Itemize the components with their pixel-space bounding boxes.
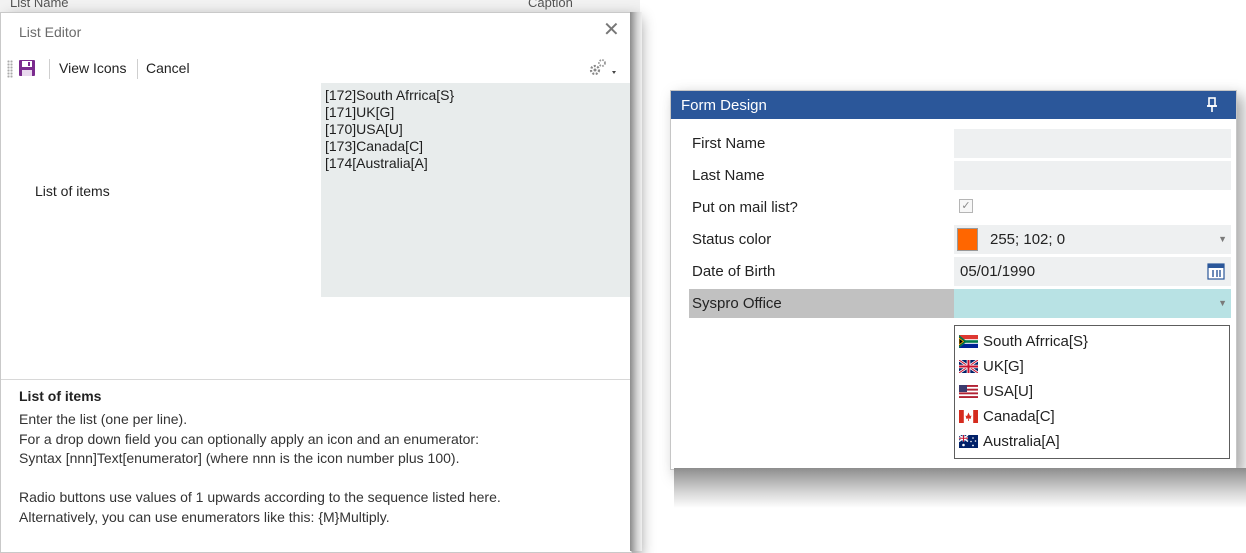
list-line: [171]UK[G] <box>325 104 395 120</box>
toolbar-separator <box>137 59 138 79</box>
color-swatch <box>957 228 978 251</box>
form-design-titlebar: Form Design <box>671 91 1236 119</box>
field-label: First Name <box>692 135 766 152</box>
list-line: [174[Australia[A] <box>325 155 428 171</box>
toolbar-separator <box>49 59 50 79</box>
list-items-textarea[interactable]: [172]South Afrrica[S} [171]UK[G] [170]US… <box>321 83 631 297</box>
mail-list-field: ✓ <box>954 193 1231 222</box>
form-design-window: Form Design First Name Last Name Put on … <box>670 90 1237 470</box>
option-label: USA[U] <box>983 383 1034 400</box>
window-title: List Editor <box>19 24 82 40</box>
field-label: Status color <box>692 231 772 248</box>
toolbar-grip[interactable] <box>7 60 13 78</box>
window-shadow <box>674 468 1246 508</box>
option-label: Australia[A] <box>983 433 1060 450</box>
help-text-line: Syntax [nnn]Text[enumerator] (where nnn … <box>19 450 460 466</box>
dropdown-option[interactable]: Australia[A] <box>955 429 1229 454</box>
form-row-first-name: First Name <box>671 127 1236 159</box>
canada-flag-icon <box>959 410 978 423</box>
background-column-header: List Name <box>10 0 69 10</box>
dropdown-option[interactable]: South Afrrica[S} <box>955 329 1229 354</box>
option-label: South Afrrica[S} <box>983 333 1089 350</box>
dropdown-option[interactable]: Canada[C] <box>955 404 1229 429</box>
form-row-status-color: Status color 255; 102; 0 ▼ <box>671 223 1236 255</box>
syspro-office-options: South Afrrica[S} UK[G] USA[U] Canada[C] … <box>954 325 1230 459</box>
field-label: Last Name <box>692 167 765 184</box>
gear-icon[interactable] <box>585 56 619 80</box>
help-text-line: Enter the list (one per line). <box>19 411 188 427</box>
form-design-title: Form Design <box>681 97 767 114</box>
option-label: UK[G] <box>983 358 1024 375</box>
view-icons-button[interactable]: View Icons <box>59 60 126 76</box>
field-label: Put on mail list? <box>692 199 798 216</box>
window-shadow <box>630 12 642 551</box>
field-value: 255; 102; 0 <box>990 231 1066 248</box>
australia-flag-icon <box>958 434 978 448</box>
south-africa-flag-icon <box>958 335 978 348</box>
form-row-date-of-birth: Date of Birth 05/01/1990 <box>671 255 1236 287</box>
list-line: [172]South Afrrica[S} <box>325 87 455 103</box>
list-editor-window: List Editor ✕ View Icons Cancel List of <box>0 12 632 553</box>
dropdown-option[interactable]: UK[G] <box>955 354 1229 379</box>
mail-list-checkbox[interactable]: ✓ <box>959 199 973 213</box>
pin-icon[interactable] <box>1204 95 1220 115</box>
usa-flag-icon <box>959 385 978 398</box>
form-row-last-name: Last Name <box>671 159 1236 191</box>
date-of-birth-input[interactable]: 05/01/1990 <box>954 257 1231 286</box>
syspro-office-dropdown[interactable]: ▼ <box>954 289 1231 318</box>
form-row-mail-list: Put on mail list? ✓ <box>671 191 1236 223</box>
first-name-input[interactable] <box>954 129 1231 158</box>
form-row-syspro-office: Syspro Office ▼ <box>671 287 1236 319</box>
help-text-line: Radio buttons use values of 1 upwards ac… <box>19 489 501 505</box>
chevron-down-icon[interactable]: ▼ <box>1218 234 1227 244</box>
list-editor-titlebar: List Editor ✕ <box>1 13 631 51</box>
save-icon[interactable] <box>17 58 37 78</box>
help-text-line: For a drop down field you can optionally… <box>19 430 479 447</box>
close-icon[interactable]: ✕ <box>603 20 620 40</box>
help-panel: List of items Enter the list (one per li… <box>19 388 619 527</box>
uk-flag-icon <box>958 358 979 375</box>
calendar-icon[interactable] <box>1207 262 1225 280</box>
help-title: List of items <box>19 388 102 404</box>
chevron-down-icon[interactable]: ▼ <box>1218 298 1227 308</box>
help-divider <box>1 379 631 380</box>
dropdown-option[interactable]: USA[U] <box>955 379 1229 404</box>
field-label: Syspro Office <box>692 295 782 312</box>
option-label: Canada[C] <box>983 408 1055 425</box>
help-text-line: Alternatively, you can use enumerators l… <box>19 508 390 525</box>
help-text-line <box>19 469 619 489</box>
list-of-items-label: List of items <box>35 183 110 199</box>
cancel-button[interactable]: Cancel <box>146 60 190 76</box>
list-line: [173]Canada[C] <box>325 138 424 154</box>
field-label: Date of Birth <box>692 263 776 280</box>
field-value: 05/01/1990 <box>960 263 1036 280</box>
last-name-input[interactable] <box>954 161 1231 190</box>
list-editor-toolbar: View Icons Cancel <box>1 53 631 83</box>
list-line: [170]USA[U] <box>325 121 403 137</box>
status-color-picker[interactable]: 255; 102; 0 ▼ <box>954 225 1231 254</box>
background-caption-header: Caption <box>528 0 573 10</box>
